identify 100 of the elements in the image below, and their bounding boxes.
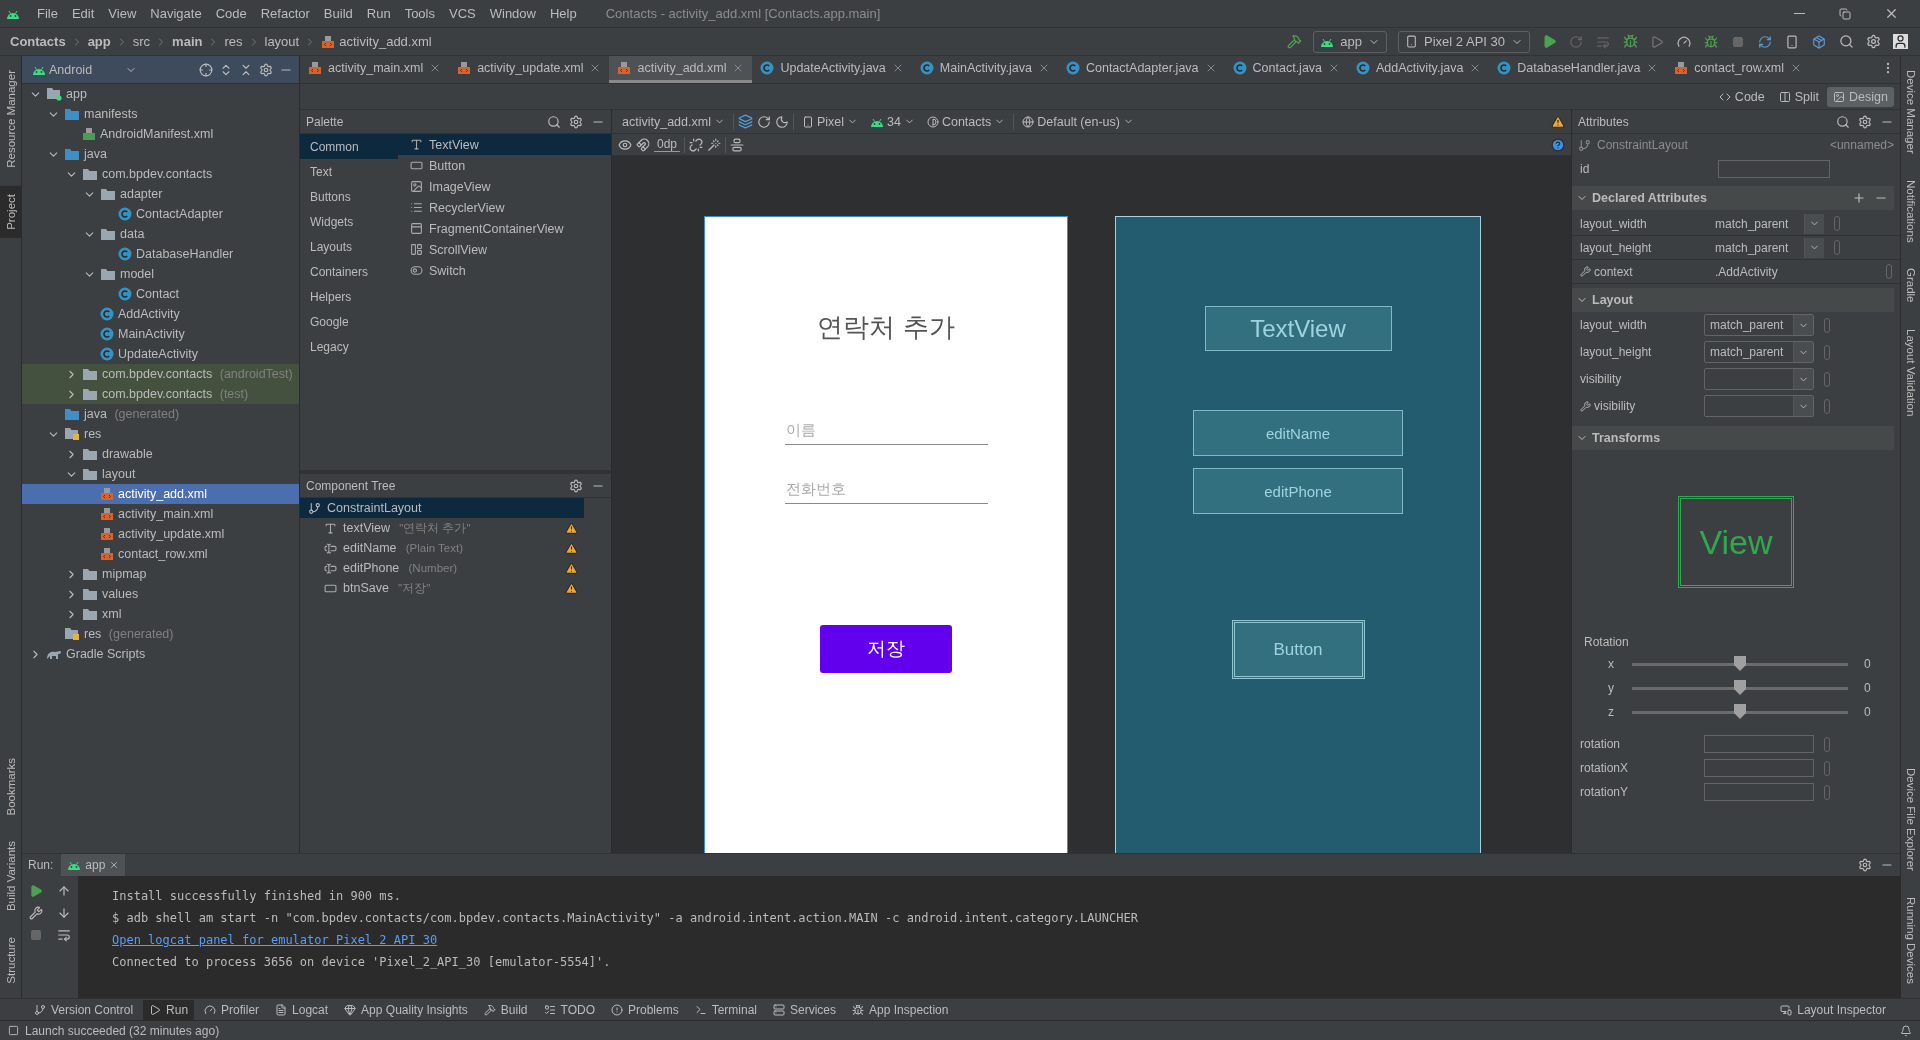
tool-window-tab[interactable]: Structure bbox=[0, 929, 21, 992]
tool-window-button[interactable]: Terminal bbox=[688, 999, 764, 1020]
editor-tab[interactable]: ContactAdapter.java bbox=[1057, 56, 1225, 83]
locale-dropdown[interactable]: Default (en-us) bbox=[1018, 111, 1138, 132]
tree-item[interactable]: btnSave "저장" bbox=[300, 578, 584, 598]
menu-item[interactable]: Help bbox=[542, 3, 584, 24]
tool-window-button[interactable]: App Inspection bbox=[846, 999, 955, 1020]
notification-icon[interactable] bbox=[1900, 1024, 1912, 1037]
editor-tab[interactable]: Contact.java bbox=[1224, 56, 1349, 83]
breadcrumb-item[interactable]: main bbox=[170, 34, 205, 49]
layout-file-dropdown[interactable]: activity_add.xml bbox=[618, 111, 729, 132]
tree-item[interactable]: java bbox=[22, 144, 299, 164]
palette-category[interactable]: Containers bbox=[300, 259, 398, 284]
tree-item[interactable]: layout bbox=[22, 464, 299, 484]
tool-window-tab[interactable]: Bookmarks bbox=[0, 749, 21, 824]
editor-tab[interactable]: contact_row.xml bbox=[1666, 56, 1810, 83]
menu-item[interactable]: Run bbox=[359, 3, 398, 24]
tool-window-button[interactable]: Services bbox=[767, 999, 843, 1020]
menu-item[interactable]: Refactor bbox=[253, 3, 317, 24]
menu-item[interactable]: View bbox=[101, 3, 144, 24]
tree-item[interactable]: drawable bbox=[22, 444, 299, 464]
menu-item[interactable]: Window bbox=[482, 3, 543, 24]
tool-window-button[interactable]: Version Control bbox=[28, 999, 140, 1020]
palette-item[interactable]: ImageView bbox=[398, 176, 611, 197]
tree-item[interactable]: UpdateActivity bbox=[22, 344, 299, 364]
editor-tab[interactable]: activity_update.xml bbox=[449, 56, 610, 83]
slider-thumb[interactable] bbox=[1734, 680, 1746, 695]
attribute-dropdown[interactable]: match_parent bbox=[1704, 314, 1814, 336]
device-dropdown[interactable]: Pixel bbox=[797, 111, 863, 132]
tree-item[interactable]: textView "연락처 추가" bbox=[300, 518, 584, 538]
tree-item[interactable]: ContactAdapter bbox=[22, 204, 299, 224]
search-icon[interactable] bbox=[1836, 114, 1850, 129]
tool-window-tab[interactable]: Project bbox=[0, 185, 21, 238]
tool-window-tab[interactable]: Device File Explorer bbox=[1901, 760, 1920, 880]
tree-item[interactable]: DatabaseHandler bbox=[22, 244, 299, 264]
tree-item[interactable]: com.bpdev.contacts (test) bbox=[22, 384, 299, 404]
tool-window-tab[interactable]: Notifications bbox=[1901, 171, 1920, 251]
palette-item[interactable]: RecyclerView bbox=[398, 197, 611, 218]
editor-tab[interactable]: MainActivity.java bbox=[911, 56, 1058, 83]
attribute-field[interactable] bbox=[1704, 735, 1814, 753]
run-configuration-dropdown[interactable]: app bbox=[1313, 30, 1388, 53]
tool-window-button[interactable]: App Quality Insights bbox=[338, 999, 474, 1020]
editor-tab[interactable]: DatabaseHandler.java bbox=[1489, 56, 1667, 83]
menu-item[interactable]: File bbox=[30, 3, 65, 24]
tree-item[interactable]: AndroidManifest.xml bbox=[22, 124, 299, 144]
tree-item[interactable]: ConstraintLayout bbox=[300, 498, 584, 518]
tool-window-button[interactable]: Build bbox=[477, 999, 534, 1020]
menu-item[interactable]: Build bbox=[316, 3, 360, 24]
breadcrumb-item[interactable]: activity_add.xml bbox=[319, 34, 434, 49]
text-field[interactable]: 이름 bbox=[784, 415, 988, 445]
tool-window-tab[interactable]: Layout Validation bbox=[1901, 320, 1920, 425]
tree-item[interactable]: AddActivity bbox=[22, 304, 299, 324]
palette-category[interactable]: Helpers bbox=[300, 284, 398, 309]
menu-item[interactable]: Navigate bbox=[143, 3, 209, 24]
wrap-icon[interactable] bbox=[57, 928, 71, 942]
tool-window-button[interactable]: TODO bbox=[537, 999, 601, 1020]
menu-item[interactable]: Edit bbox=[64, 3, 102, 24]
view-mode-button[interactable]: Design bbox=[1827, 86, 1894, 107]
save-button[interactable]: 저장 bbox=[820, 625, 952, 673]
tree-item[interactable]: adapter bbox=[22, 184, 299, 204]
settings-icon[interactable] bbox=[569, 478, 583, 493]
view-mode-button[interactable]: Code bbox=[1712, 86, 1771, 107]
menu-item[interactable]: VCS bbox=[442, 3, 483, 24]
run-tab[interactable]: app bbox=[61, 854, 126, 876]
settings-icon[interactable] bbox=[259, 62, 273, 77]
editor-tab[interactable]: AddActivity.java bbox=[1348, 56, 1490, 83]
arrow-up-icon[interactable] bbox=[57, 884, 71, 898]
palette-category[interactable]: Widgets bbox=[300, 209, 398, 234]
guidelines-icon[interactable] bbox=[730, 137, 745, 152]
tree-item[interactable]: app bbox=[22, 84, 299, 104]
palette-category[interactable]: Buttons bbox=[300, 184, 398, 209]
tool-window-button[interactable]: Problems bbox=[605, 999, 685, 1020]
settings-icon[interactable] bbox=[1858, 858, 1872, 872]
tree-item[interactable]: MainActivity bbox=[22, 324, 299, 344]
tree-item[interactable]: manifests bbox=[22, 104, 299, 124]
text-field[interactable]: 전화번호 bbox=[784, 474, 988, 504]
tree-item[interactable]: xml bbox=[22, 604, 299, 624]
palette-item[interactable]: FragmentContainerView bbox=[398, 218, 611, 239]
id-field[interactable] bbox=[1718, 160, 1830, 178]
console-link[interactable]: Open logcat panel for emulator Pixel 2 API 30 bbox=[112, 929, 1900, 951]
palette-item[interactable]: ScrollView bbox=[398, 239, 611, 260]
tree-item[interactable]: editPhone (Number) bbox=[300, 558, 584, 578]
tool-window-button[interactable]: Run bbox=[143, 999, 195, 1020]
eye-icon[interactable] bbox=[618, 137, 632, 152]
collapse-all-icon[interactable] bbox=[239, 62, 253, 77]
tool-window-tab[interactable]: Device Manager bbox=[1901, 62, 1920, 162]
play-icon[interactable] bbox=[29, 884, 43, 898]
tree-item[interactable]: activity_update.xml bbox=[22, 524, 299, 544]
breadcrumb-item[interactable]: res bbox=[222, 34, 245, 49]
editor-tab[interactable]: UpdateActivity.java bbox=[752, 56, 912, 83]
settings-icon[interactable] bbox=[1858, 114, 1872, 129]
tree-item[interactable]: activity_add.xml bbox=[22, 484, 299, 504]
tree-item[interactable]: contact_row.xml bbox=[22, 544, 299, 564]
menu-item[interactable]: Code bbox=[208, 3, 254, 24]
wrench-icon[interactable] bbox=[29, 906, 43, 920]
arrow-down-icon[interactable] bbox=[57, 906, 71, 920]
theme-dropdown[interactable]: Contacts bbox=[922, 111, 1010, 132]
palette-category[interactable]: Common bbox=[300, 134, 398, 159]
tool-window-button[interactable]: Logcat bbox=[269, 999, 335, 1020]
tree-item[interactable]: res (generated) bbox=[22, 624, 299, 644]
